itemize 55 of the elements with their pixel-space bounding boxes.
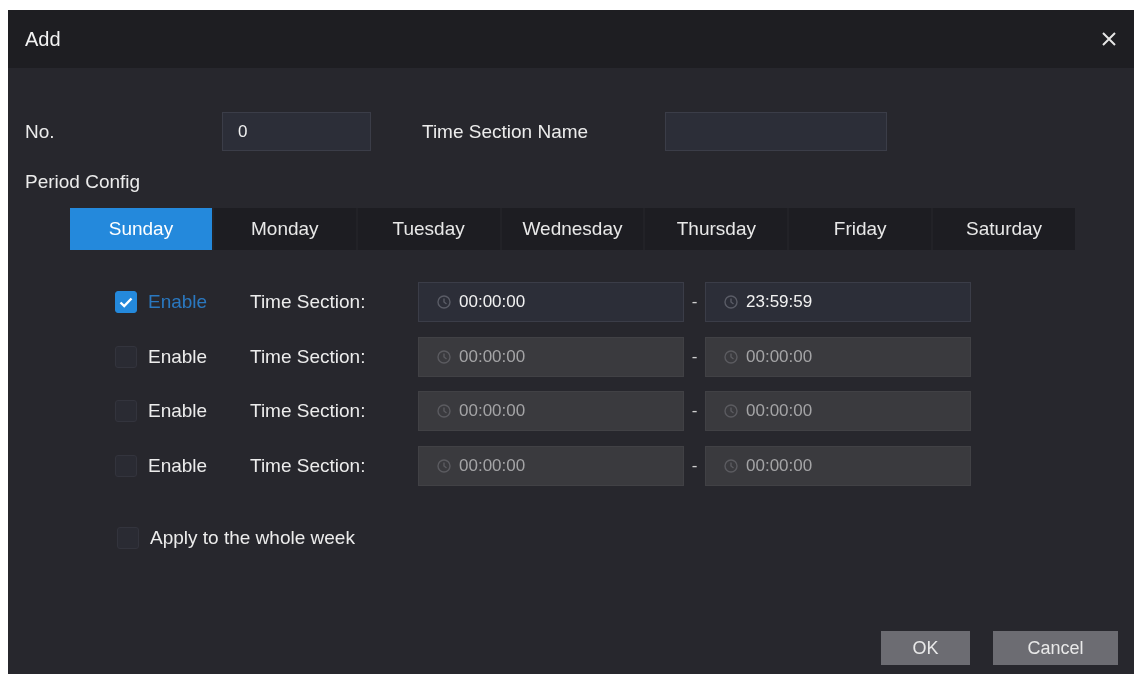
day-tab[interactable]: Friday [789, 208, 932, 250]
time-section-label: Time Section: [250, 454, 367, 477]
cancel-button[interactable]: Cancel [993, 631, 1118, 665]
end-time-field[interactable]: 00:00:00 [705, 391, 971, 431]
range-dash: - [690, 346, 699, 367]
clock-icon [437, 295, 451, 309]
number-label: No. [25, 120, 56, 143]
enable-label: Enable [148, 400, 208, 422]
start-time-field[interactable]: 00:00:00 [418, 282, 684, 322]
time-section-label: Time Section: [250, 291, 367, 313]
time-section-label: Time Section: [250, 400, 367, 422]
checkmark-icon [119, 296, 133, 308]
start-time-value: 00:00:00 [459, 292, 526, 312]
number-field[interactable]: 0 [222, 112, 371, 151]
end-time-value: 00:00:00 [746, 455, 813, 476]
end-time-value: 00:00:00 [746, 346, 813, 367]
clock-icon [437, 458, 451, 473]
time-section-name-label: Time Section Name [422, 120, 590, 143]
time-section-name-field[interactable] [665, 112, 887, 151]
time-section-label: Time Section: [250, 345, 367, 368]
enable-label: Enable [148, 454, 208, 477]
end-time-field[interactable]: 23:59:59 [705, 282, 971, 322]
clock-icon [724, 458, 738, 473]
clock-icon [437, 349, 451, 364]
end-time-value: 23:59:59 [746, 292, 813, 312]
end-time-field[interactable]: 00:00:00 [705, 336, 971, 377]
day-tab[interactable]: Saturday [933, 208, 1075, 250]
start-time-value: 00:00:00 [459, 346, 526, 367]
period-config-label: Period Config [25, 170, 141, 194]
day-tab[interactable]: Tuesday [357, 208, 500, 250]
enable-label: Enable [148, 345, 208, 368]
day-tab[interactable]: Sunday [70, 208, 212, 250]
day-tab[interactable]: Thursday [645, 208, 788, 250]
dialog-title: Add [25, 27, 61, 51]
start-time-value: 00:00:00 [459, 455, 526, 476]
start-time-field[interactable]: 00:00:00 [418, 336, 684, 377]
clock-icon [724, 295, 738, 309]
day-tab[interactable]: Wednesday [501, 208, 644, 250]
clock-icon [724, 404, 738, 418]
ok-button[interactable]: OK [881, 631, 970, 665]
end-time-value: 00:00:00 [746, 401, 813, 421]
day-tab[interactable]: Monday [213, 208, 356, 250]
clock-icon [437, 404, 451, 418]
enable-label: Enable [148, 291, 208, 313]
start-time-value: 00:00:00 [459, 401, 526, 421]
start-time-field[interactable]: 00:00:00 [418, 391, 684, 431]
end-time-field[interactable]: 00:00:00 [705, 445, 971, 486]
apply-week-label: Apply to the whole week [150, 526, 355, 549]
range-dash: - [690, 455, 699, 476]
close-icon [1102, 32, 1116, 46]
clock-icon [724, 349, 738, 364]
enable-checkbox[interactable] [115, 291, 137, 313]
range-dash: - [690, 292, 699, 312]
start-time-field[interactable]: 00:00:00 [418, 445, 684, 486]
range-dash: - [690, 401, 699, 421]
